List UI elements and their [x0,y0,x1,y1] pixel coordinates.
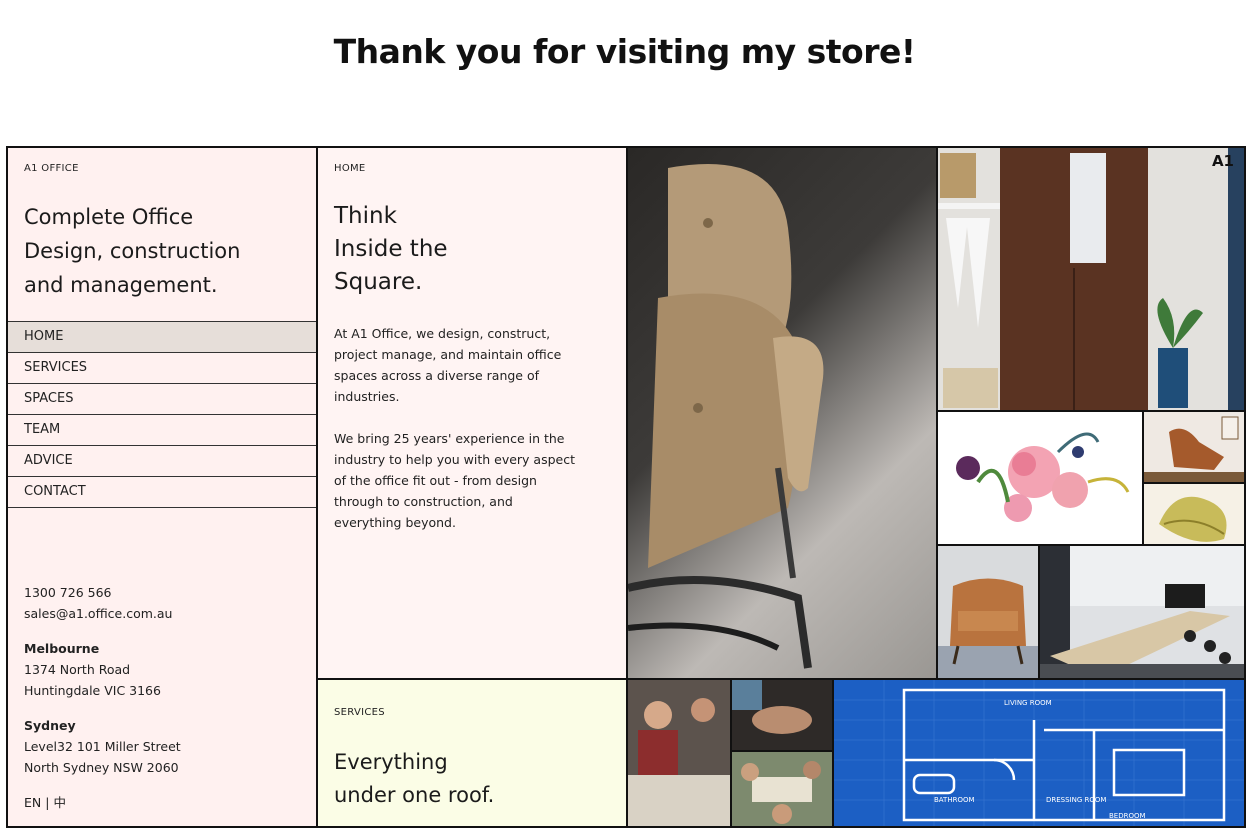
nav-item-spaces[interactable]: SPACES [8,383,316,414]
leather-chair-image [1144,412,1244,484]
tagline-line: Design, construction [24,239,241,263]
headline-line: Inside the [334,236,448,262]
home-headline: Think Inside the Square. [334,200,448,299]
nav-item-home[interactable]: HOME [8,321,316,352]
nav-item-advice[interactable]: ADVICE [8,445,316,476]
office-address-line: Huntingdale VIC 3166 [24,683,161,698]
office-city: Sydney [24,718,76,733]
wardrobe-image: A1 [938,148,1244,412]
language-zh[interactable]: 中 [53,795,66,810]
headline-line: Square. [334,269,423,295]
a1-logo: A1 [1211,152,1234,170]
hands-meeting-image [732,680,834,752]
section-label: HOME [334,163,366,174]
language-separator: | [45,795,50,810]
blueprint-label: LIVING ROOM [1004,699,1052,707]
home-panel: HOME Think Inside the Square. At A1 Offi… [318,148,628,680]
body-paragraph: We bring 25 years' experience in the ind… [334,431,575,530]
nav-item-team[interactable]: TEAM [8,414,316,445]
blueprint-label: BEDROOM [1109,812,1146,820]
services-headline: Everything under one roof. [334,746,494,812]
blueprint-image: LIVING ROOM BATHROOM DRESSING ROOM BEDRO… [834,680,1244,826]
blueprint-label: DRESSING ROOM [1046,796,1106,804]
office-address-line: 1374 North Road [24,662,131,677]
section-label: SERVICES [334,707,385,718]
boardroom-image [1040,546,1244,680]
team-meeting-image [628,680,732,826]
phone-number[interactable]: 1300 726 566 [24,582,181,603]
language-switcher: EN | 中 [24,792,66,811]
watercolor-flowers-image [938,412,1144,546]
language-en[interactable]: EN [24,795,41,810]
tagline-line: Complete Office [24,205,194,229]
group-discussion-image [732,752,834,826]
office-city: Melbourne [24,641,100,656]
office-address-line: Level32 101 Miller Street [24,739,181,754]
body-paragraph: At A1 Office, we design, construct, proj… [334,326,562,404]
website-preview: A1 OFFICE Complete Office Design, constr… [6,146,1246,828]
page-heading: Thank you for visiting my store! [333,32,916,71]
tagline-line: and management. [24,273,218,297]
contact-block: 1300 726 566 sales@a1.office.com.au Melb… [24,582,181,778]
nav-item-services[interactable]: SERVICES [8,352,316,383]
lounge-chair-image [628,148,938,680]
headline-line: Think [334,203,397,229]
email-link[interactable]: sales@a1.office.com.au [24,603,181,624]
main-nav: HOME SERVICES SPACES TEAM ADVICE CONTACT [8,321,316,508]
brand-label: A1 OFFICE [24,163,79,174]
armchair-image [938,546,1040,680]
services-panel[interactable]: SERVICES Everything under one roof. [318,680,628,826]
tagline: Complete Office Design, construction and… [24,200,304,302]
sidebar-panel: A1 OFFICE Complete Office Design, constr… [8,148,318,826]
leaf-image [1144,484,1244,546]
home-body: At A1 Office, we design, construct, proj… [334,323,584,554]
headline-line: under one roof. [334,783,495,807]
blueprint-label: BATHROOM [934,796,975,804]
headline-line: Everything [334,750,448,774]
nav-item-contact[interactable]: CONTACT [8,476,316,508]
office-address-line: North Sydney NSW 2060 [24,760,179,775]
